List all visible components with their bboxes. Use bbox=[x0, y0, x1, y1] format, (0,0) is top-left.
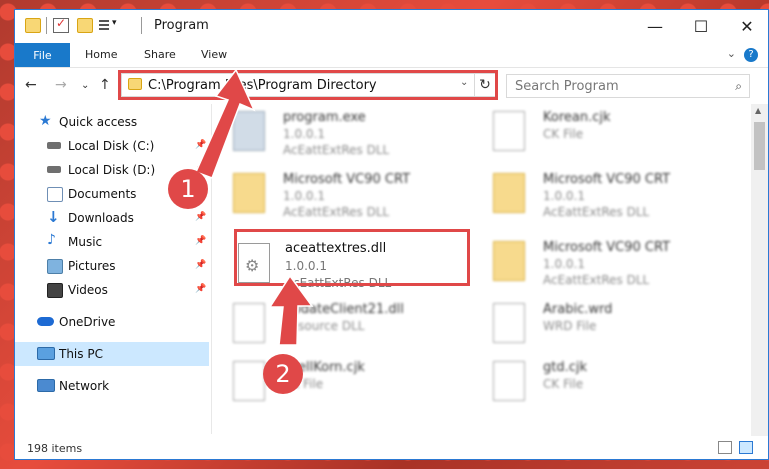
arrow-2 bbox=[268, 274, 314, 346]
step-badge-1: 1 bbox=[168, 169, 208, 209]
step-badge-2: 2 bbox=[263, 354, 303, 394]
arrow-1 bbox=[194, 68, 256, 179]
annotation-arrows bbox=[194, 68, 314, 346]
